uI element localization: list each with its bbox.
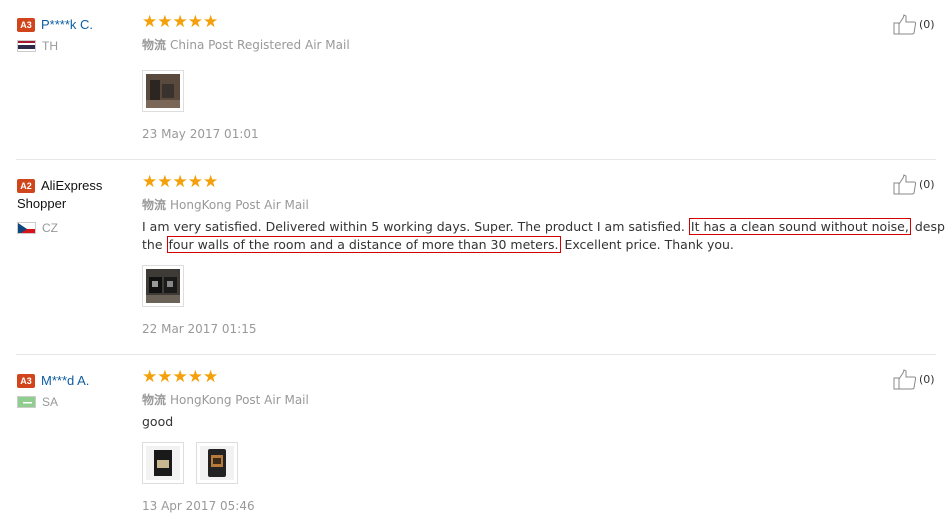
- logistics-label: 物流: [142, 38, 167, 52]
- czech-flag-icon: [17, 222, 36, 234]
- review-date: 23 May 2017 01:01: [142, 127, 259, 141]
- logistics-info: 物流 HongKong Post Air Mail: [142, 391, 932, 407]
- review-text: good: [142, 414, 174, 429]
- logistics-label: 物流: [142, 198, 167, 212]
- review-photo-thumbnail[interactable]: [142, 265, 184, 307]
- country-code: CZ: [42, 221, 58, 235]
- highlighted-text: four walls of the room and a distance of…: [166, 236, 561, 253]
- review-photo-thumbnail[interactable]: [142, 70, 184, 112]
- buyer-level-badge: A3: [17, 18, 35, 32]
- review-photos: [142, 442, 250, 484]
- star-rating: ★★★★★: [142, 172, 219, 192]
- thumbs-up-icon: [893, 174, 917, 195]
- review-text: I am very satisfied. Delivered within 5 …: [142, 218, 945, 254]
- review-photos: [142, 70, 196, 112]
- logistics-method: China Post Registered Air Mail: [170, 38, 350, 52]
- review-date: 22 Mar 2017 01:15: [142, 322, 257, 336]
- review-text-segment: I am very satisfied. Delivered within 5 …: [142, 219, 685, 234]
- review-photo-thumbnail[interactable]: [196, 442, 238, 484]
- logistics-info: 物流 HongKong Post Air Mail: [142, 196, 932, 212]
- saudi-arabia-flag-icon: [17, 396, 36, 408]
- review-text-line: I am very satisfied. Delivered within 5 …: [142, 218, 945, 236]
- like-button[interactable]: (0): [893, 14, 938, 36]
- review-photos: [142, 265, 196, 307]
- review-body: ★★★★★ 物流 HongKong Post Air Mail good: [142, 368, 932, 431]
- country-code: SA: [42, 395, 59, 409]
- reviewer-country: CZ: [17, 221, 132, 235]
- review-item: A2 AliExpress Shopper CZ ★★★★★ 物流 HongKong…: [0, 160, 945, 354]
- review-text-segment: despite: [914, 219, 945, 234]
- reviewer-info: A2 AliExpress Shopper CZ: [17, 175, 132, 235]
- logistics-method: HongKong Post Air Mail: [170, 198, 309, 212]
- logistics-label: 物流: [142, 393, 167, 407]
- reviewer-name-link[interactable]: P****k C.: [41, 17, 93, 32]
- star-rating: ★★★★★: [142, 367, 219, 387]
- reviewer-name-line2: Shopper: [17, 196, 67, 211]
- reviewer-info: A3 P****k C. TH: [17, 14, 132, 53]
- thailand-flag-icon: [17, 40, 36, 52]
- review-photo-thumbnail[interactable]: [142, 442, 184, 484]
- review-body: ★★★★★ 物流 China Post Registered Air Mail: [142, 13, 932, 52]
- like-count: (0): [919, 18, 935, 31]
- star-rating: ★★★★★: [142, 12, 219, 32]
- thumbs-up-icon: [893, 14, 917, 35]
- reviewer-name-link[interactable]: M***d A.: [41, 373, 89, 388]
- like-button[interactable]: (0): [893, 369, 938, 391]
- review-item: A3 M***d A. SA ★★★★★ 物流 HongKong Post Air …: [0, 355, 945, 523]
- like-count: (0): [919, 373, 935, 386]
- reviewer-country: SA: [17, 395, 132, 409]
- review-body: ★★★★★ 物流 HongKong Post Air Mail I am very…: [142, 172, 945, 254]
- thumbs-up-icon: [893, 369, 917, 390]
- review-text-segment: Excellent price. Thank you.: [564, 237, 734, 252]
- logistics-info: 物流 China Post Registered Air Mail: [142, 36, 932, 52]
- logistics-method: HongKong Post Air Mail: [170, 393, 309, 407]
- review-text-line: the four walls of the room and a distanc…: [142, 236, 932, 254]
- reviewer-name: AliExpress: [41, 178, 103, 193]
- review-item: A3 P****k C. TH ★★★★★ 物流 China Post Regist…: [0, 0, 945, 159]
- like-button[interactable]: (0): [893, 174, 938, 196]
- review-date: 13 Apr 2017 05:46: [142, 499, 255, 513]
- reviewer-info: A3 M***d A. SA: [17, 370, 132, 409]
- reviewer-country: TH: [17, 39, 132, 53]
- review-text-segment: the: [142, 237, 163, 252]
- highlighted-text: It has a clean sound without noise,: [688, 218, 911, 235]
- country-code: TH: [42, 39, 58, 53]
- buyer-level-badge: A2: [17, 179, 35, 193]
- like-count: (0): [919, 178, 935, 191]
- buyer-level-badge: A3: [17, 374, 35, 388]
